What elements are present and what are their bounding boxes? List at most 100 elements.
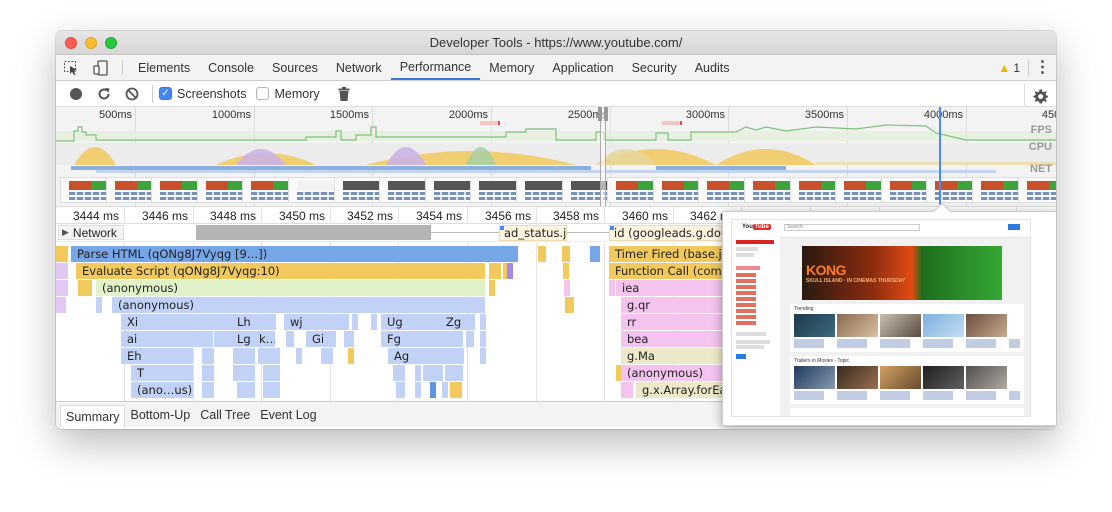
flame-event-block[interactable] [258,348,280,364]
flame-event-block[interactable] [443,348,464,364]
flame-event-block[interactable] [594,246,600,262]
flame-event-block[interactable] [489,280,495,296]
selection-left-handle[interactable] [598,107,602,121]
flame-event[interactable]: Eh [121,348,193,364]
network-request-bar[interactable] [196,225,431,240]
filmstrip-frame[interactable] [1017,177,1056,203]
flame-event[interactable]: (anonymous) [621,365,729,381]
flame-event-block[interactable] [430,382,436,398]
flame-event[interactable]: Function Call (common…) [609,263,729,279]
tab-console[interactable]: Console [199,55,263,80]
tab-elements[interactable]: Elements [129,55,199,80]
flame-event-block[interactable] [609,280,615,296]
flame-event-block[interactable] [352,314,358,330]
flame-event[interactable]: bea [621,331,729,347]
flame-event-block[interactable] [286,331,294,347]
tab-sources[interactable]: Sources [263,55,327,80]
flame-event[interactable]: g.qr [621,297,729,313]
flame-event[interactable]: (anonymous) [96,280,485,296]
flame-event-block[interactable] [480,331,486,347]
tab-bottom-up[interactable]: Bottom-Up [125,402,195,427]
flame-event[interactable]: Ag [388,348,444,364]
flame-event-block[interactable] [568,297,574,313]
network-track-toggle[interactable]: ▶ Network [58,225,124,240]
flame-event-block[interactable] [56,263,68,279]
flame-event-block[interactable] [56,246,68,262]
flame-event-block[interactable] [56,280,68,296]
tab-memory[interactable]: Memory [480,55,543,80]
flame-event-block[interactable] [562,246,570,262]
flame-event[interactable]: wj [284,314,349,330]
screenshots-checkbox[interactable]: ✓ Screenshots [159,87,246,101]
flame-event[interactable]: g.x.Array.forEach [636,382,729,398]
flame-event-block[interactable] [450,382,462,398]
flame-event-block[interactable] [202,348,214,364]
flame-event-block[interactable] [393,365,405,381]
flame-event-block[interactable] [348,348,354,364]
tab-event-log[interactable]: Event Log [255,402,321,427]
flame-event[interactable]: Fg [381,331,441,347]
selection-right-handle[interactable] [604,107,608,121]
tab-performance[interactable]: Performance [390,55,481,80]
tab-audits[interactable]: Audits [686,55,739,80]
flame-event-block[interactable] [233,348,255,364]
flame-event-block[interactable] [263,382,280,398]
flame-event-block[interactable] [441,331,463,347]
tab-network[interactable]: Network [327,55,391,80]
flame-event-block[interactable] [442,382,448,398]
flame-event-block[interactable] [415,365,421,381]
flame-event-block[interactable] [396,382,405,398]
memory-checkbox[interactable]: Memory [256,87,320,101]
overview-selection-window[interactable] [598,107,608,206]
flame-event[interactable]: Evaluate Script (qONg8J7Vyqg:10) [76,263,485,279]
reload-profile-button[interactable] [90,83,118,105]
flame-event-block[interactable] [78,280,92,296]
flame-event-block[interactable] [480,348,486,364]
flame-event-block[interactable] [202,365,214,381]
flame-event[interactable]: Parse HTML (qONg8J7Vyqg [9…]) [71,246,518,262]
maximize-window-button[interactable] [105,37,117,49]
network-request-googleads[interactable]: id (googleads.g.doubleclick.net) [609,225,729,241]
flame-event-block[interactable] [423,365,443,381]
flame-event[interactable]: (ano…us) [131,382,193,398]
flame-event[interactable]: ai [121,331,213,347]
flame-event-block[interactable] [371,314,377,330]
flame-event-block[interactable] [56,297,66,313]
flame-event-block[interactable] [507,263,513,279]
flame-event-block[interactable] [445,365,463,381]
inspect-element-button[interactable] [56,55,86,80]
network-request-ad-status[interactable]: ad_status.js [499,225,567,241]
tab-application[interactable]: Application [543,55,622,80]
flame-event-block[interactable] [415,382,421,398]
flame-event-block[interactable] [263,365,280,381]
flame-event-block[interactable] [296,348,302,364]
flame-event-block[interactable] [489,263,501,279]
tab-summary[interactable]: Summary [60,405,126,427]
close-window-button[interactable] [65,37,77,49]
record-button[interactable] [62,83,90,105]
flame-event[interactable]: Xi [121,314,233,330]
flame-event-block[interactable] [237,382,255,398]
device-toolbar-button[interactable] [86,55,116,80]
minimize-window-button[interactable] [85,37,97,49]
clear-button[interactable] [118,83,146,105]
flame-event[interactable]: Timer Fired (base.js:…) [609,246,729,262]
flame-event-block[interactable] [538,246,546,262]
flame-event[interactable]: Lg [231,331,253,347]
flame-event[interactable]: k… [253,331,275,347]
flame-event[interactable]: (anonymous) [112,297,485,313]
flame-event[interactable]: Lh [231,314,276,330]
flame-event-block[interactable] [202,382,214,398]
flame-event-block[interactable] [563,263,569,279]
timeline-overview[interactable]: 500ms 1000ms 1500ms 2000ms 2500ms 3000ms 3500m… [56,107,1056,207]
flame-event[interactable]: iea [616,280,729,296]
flame-event-block[interactable] [621,382,633,398]
flame-event-block[interactable] [233,365,255,381]
flame-event[interactable]: rr [621,314,729,330]
tab-security[interactable]: Security [623,55,686,80]
flame-event-block[interactable] [564,280,570,296]
flame-event-block[interactable] [344,331,354,347]
flame-event[interactable]: Zg [440,314,475,330]
warnings-counter[interactable]: ▲ 1 [990,61,1028,75]
flame-event-block[interactable] [480,314,486,330]
